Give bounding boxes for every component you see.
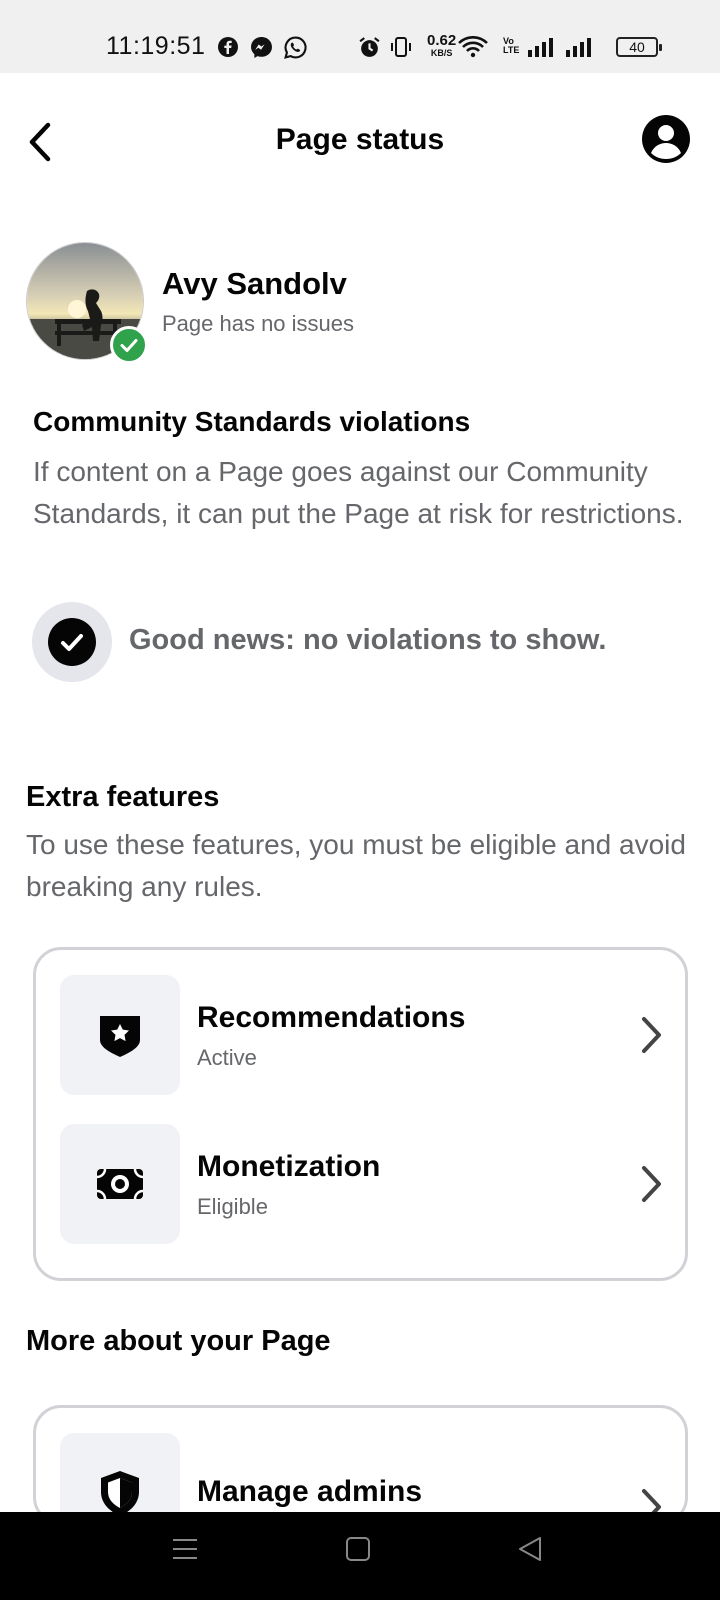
volte-indicator: Vo LTE — [503, 37, 519, 55]
system-nav-bar — [0, 1512, 720, 1600]
menu-icon[interactable] — [170, 1534, 200, 1564]
community-standards-title: Community Standards violations — [33, 406, 471, 437]
community-standards-description: If content on a Page goes against our Co… — [33, 456, 684, 529]
page-name: Avy Sandolv — [162, 266, 347, 301]
back-triangle-icon[interactable] — [516, 1534, 544, 1564]
recommendations-row[interactable]: Recommendations Active — [60, 975, 665, 1095]
messenger-icon — [251, 37, 272, 58]
verified-badge — [110, 326, 148, 364]
status-time: 11:19:51 — [106, 32, 206, 60]
alarm-icon — [359, 37, 380, 57]
signal-icon — [566, 38, 591, 57]
network-speed-unit: KB/S — [430, 48, 453, 58]
volte-bottom: LTE — [503, 45, 520, 55]
status-bar: 11:19:51 0.62 KB/S Vo LTE 40 — [0, 0, 720, 73]
recommendations-status: Active — [197, 1045, 257, 1070]
monetization-title: Monetization — [197, 1150, 381, 1183]
page-title: Page status — [275, 123, 445, 156]
account-circle-icon — [642, 115, 690, 163]
battery-indicator: 40 — [616, 37, 662, 57]
recommendations-title: Recommendations — [197, 1001, 466, 1034]
home-square-icon[interactable] — [345, 1534, 371, 1564]
star-badge-icon — [100, 1016, 140, 1057]
shield-icon — [101, 1471, 139, 1516]
check-circle-icon — [48, 618, 96, 666]
whatsapp-icon — [284, 36, 307, 59]
monetization-row[interactable]: Monetization Eligible — [60, 1124, 665, 1244]
vibrate-icon — [391, 37, 411, 57]
row-icon-tile — [60, 1124, 180, 1244]
money-icon — [96, 1168, 144, 1200]
check-icon — [120, 339, 138, 352]
network-speed-value: 0.62 — [427, 32, 457, 49]
facebook-icon — [218, 37, 238, 57]
extra-features-description: To use these features, you must be eligi… — [26, 829, 686, 902]
monetization-status: Eligible — [197, 1194, 268, 1219]
extra-features-card: Recommendations Active Monetization Elig… — [33, 947, 688, 1281]
signal-icon — [528, 38, 553, 57]
no-violations-icon-bg — [32, 602, 112, 682]
network-speed: 0.62 KB/S — [427, 32, 457, 59]
wifi-icon — [458, 36, 488, 58]
more-about-card: Manage admins — [33, 1405, 688, 1553]
app-header: Page status — [0, 73, 720, 208]
chevron-right-icon — [642, 1166, 661, 1202]
chevron-right-icon — [642, 1017, 661, 1053]
page-avatar-container[interactable] — [26, 242, 150, 366]
more-about-title: More about your Page — [26, 1325, 331, 1357]
manage-admins-title: Manage admins — [197, 1475, 423, 1508]
extra-features-title: Extra features — [26, 781, 220, 813]
profile-button[interactable] — [641, 114, 691, 164]
row-icon-tile — [60, 975, 180, 1095]
no-violations-notice: Good news: no violations to show. — [32, 602, 682, 682]
no-violations-text: Good news: no violations to show. — [129, 624, 607, 656]
page-status-text: Page has no issues — [162, 311, 355, 336]
